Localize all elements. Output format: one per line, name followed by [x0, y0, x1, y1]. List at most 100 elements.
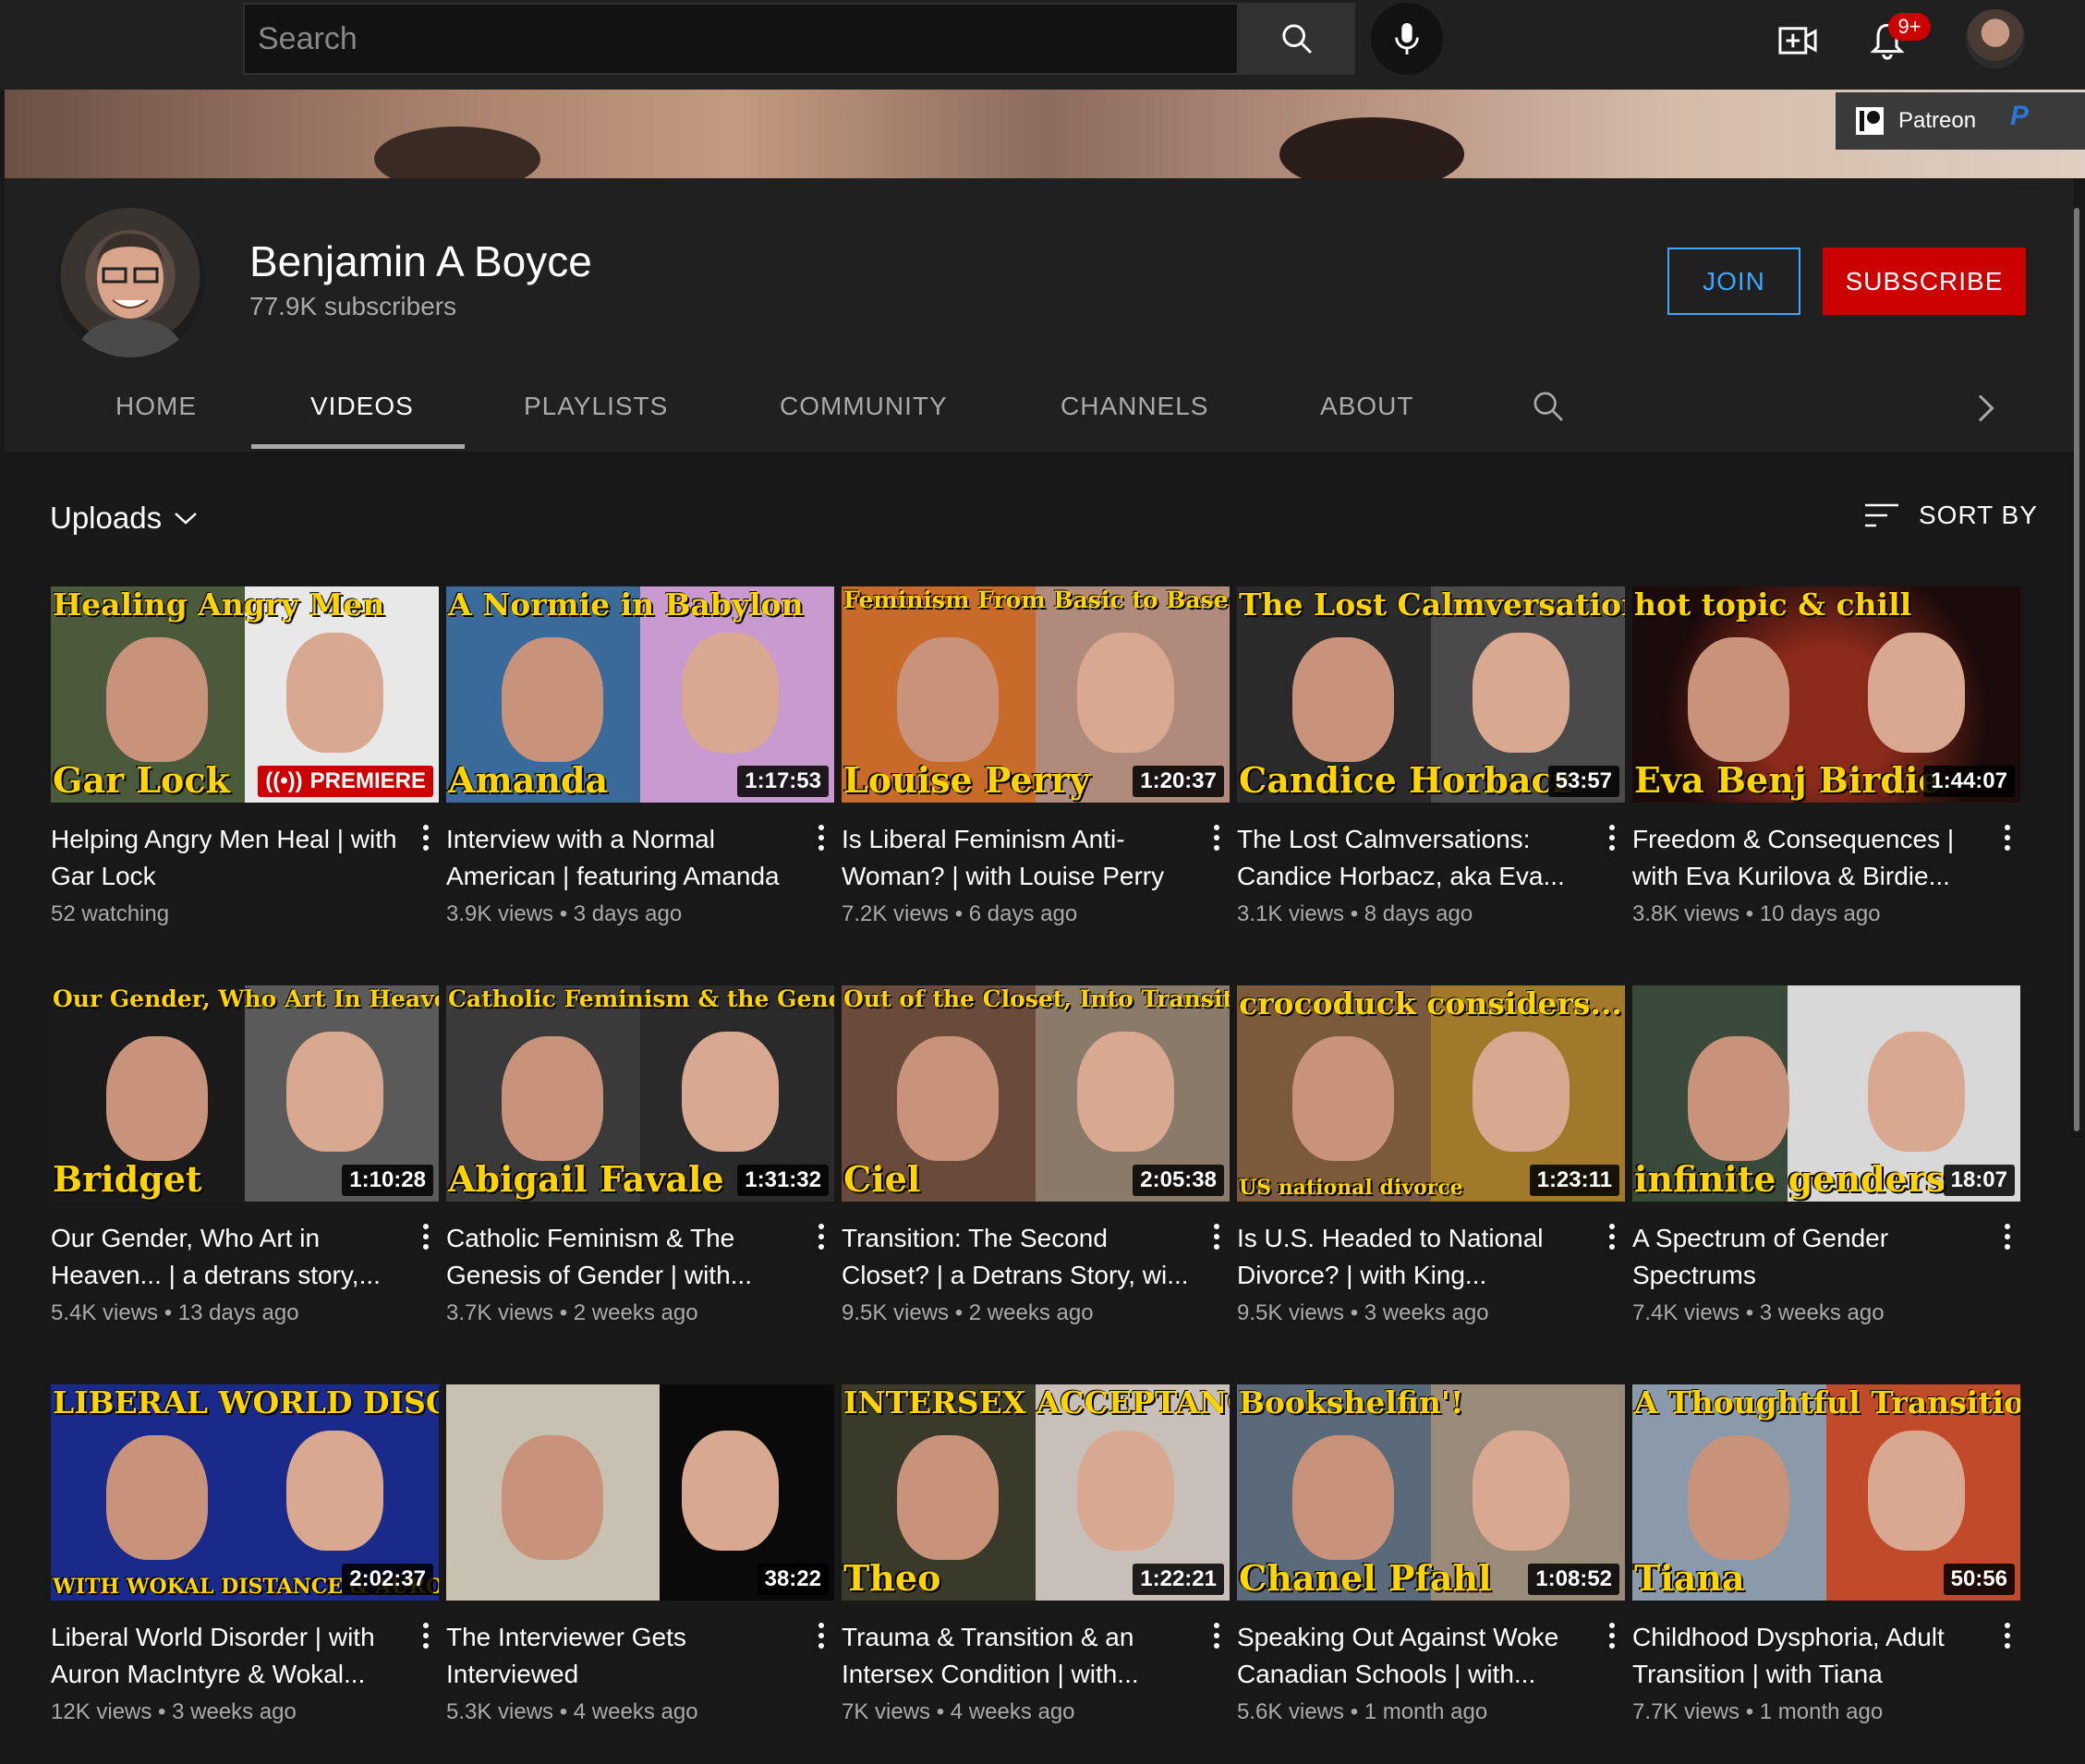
channel-search-button[interactable]	[1530, 388, 1567, 425]
sort-icon	[1865, 503, 1898, 527]
video-more-actions-button[interactable]	[417, 1218, 435, 1255]
video-more-actions-button[interactable]	[417, 1617, 435, 1654]
paypal-icon[interactable]: P	[2010, 103, 2036, 130]
video-title[interactable]: Trauma & Transition & an Intersex Condit…	[842, 1619, 1193, 1693]
thumbnail-face	[1077, 1431, 1174, 1551]
video-card[interactable]: Feminism From Basic to Based Louise Perr…	[842, 586, 1230, 937]
video-title[interactable]: Is U.S. Headed to National Divorce? | wi…	[1237, 1220, 1588, 1294]
thumbnail-name-text: Candice Horbacz	[1239, 759, 1573, 801]
video-more-actions-button[interactable]	[1998, 819, 2017, 856]
tab-community[interactable]: COMMUNITY	[780, 392, 948, 421]
video-title[interactable]: Transition: The Second Closet? | a Detra…	[842, 1220, 1193, 1294]
video-more-actions-button[interactable]	[417, 819, 435, 856]
video-thumbnail[interactable]: 38:22	[446, 1384, 834, 1601]
search-button[interactable]	[1239, 3, 1355, 75]
video-title[interactable]: Catholic Feminism & The Genesis of Gende…	[446, 1220, 797, 1294]
thumbnail-title-text: A Normie in Babylon	[448, 586, 804, 622]
video-card[interactable]: infinite genders 18:07 A Spectrum of Gen…	[1632, 985, 2020, 1336]
more-dot-icon	[2005, 1632, 2010, 1638]
video-thumbnail[interactable]: Healing Angry Men Gar Lock ((•)) PREMIERE	[51, 586, 439, 803]
video-more-actions-button[interactable]	[1998, 1218, 2017, 1255]
video-title[interactable]: Liberal World Disorder | with Auron MacI…	[51, 1619, 402, 1693]
video-card[interactable]: 38:22 The Interviewer Gets Interviewed 5…	[446, 1384, 834, 1735]
video-thumbnail[interactable]: crocoduck considers... US national divor…	[1237, 985, 1625, 1202]
video-card[interactable]: The Lost Calmversations Candice Horbacz …	[1237, 586, 1625, 937]
voice-search-button[interactable]	[1371, 3, 1443, 75]
video-card[interactable]: Catholic Feminism & the Genesis of Gende…	[446, 985, 834, 1336]
subscribe-button[interactable]: SUBSCRIBE	[1823, 248, 2026, 315]
create-video-button[interactable]	[1774, 18, 1822, 63]
video-more-actions-button[interactable]	[1603, 819, 1621, 856]
more-dot-icon	[1214, 1233, 1219, 1239]
thumbnail-face	[502, 1036, 603, 1161]
more-dot-icon	[423, 834, 429, 840]
video-card[interactable]: LIBERAL WORLD DISORDER WITH WOKAL DISTAN…	[51, 1384, 439, 1735]
patreon-link[interactable]: Patreon	[1836, 92, 2085, 150]
video-thumbnail[interactable]: Our Gender, Who Art In Heaven... Bridget…	[51, 985, 439, 1202]
video-card[interactable]: A Thoughtful Transition Tiana 50:56 Chil…	[1632, 1384, 2020, 1735]
video-more-actions-button[interactable]	[1998, 1617, 2017, 1654]
tab-playlists[interactable]: PLAYLISTS	[524, 392, 668, 421]
video-thumbnail[interactable]: LIBERAL WORLD DISORDER WITH WOKAL DISTAN…	[51, 1384, 439, 1601]
video-more-actions-button[interactable]	[1603, 1218, 1621, 1255]
chevron-right-icon	[1978, 394, 1994, 422]
video-card[interactable]: INTERSEX ACCEPTANCE Theo 1:22:21 Trauma …	[842, 1384, 1230, 1735]
video-thumbnail[interactable]: infinite genders 18:07	[1632, 985, 2020, 1202]
video-metadata: 7.7K views • 1 month ago	[1632, 1699, 1884, 1724]
video-title[interactable]: A Spectrum of Gender Spectrums	[1632, 1220, 1983, 1294]
video-title[interactable]: Childhood Dysphoria, Adult Transition | …	[1632, 1619, 1983, 1693]
video-more-actions-button[interactable]	[1207, 819, 1226, 856]
video-thumbnail[interactable]: Bookshelfin'! Chanel Pfahl 1:08:52	[1237, 1384, 1625, 1601]
video-title[interactable]: Freedom & Consequences | with Eva Kurilo…	[1632, 821, 1983, 895]
video-duration: 1:20:37	[1133, 766, 1224, 797]
join-button[interactable]: JOIN	[1667, 248, 1800, 315]
video-thumbnail[interactable]: The Lost Calmversations Candice Horbacz …	[1237, 586, 1625, 803]
video-thumbnail[interactable]: Feminism From Basic to Based Louise Perr…	[842, 586, 1230, 803]
more-dot-icon	[423, 1233, 429, 1239]
video-thumbnail[interactable]: hot topic & chill Eva Benj Birdie 1:44:0…	[1632, 586, 2020, 803]
video-thumbnail[interactable]: Catholic Feminism & the Genesis of Gende…	[446, 985, 834, 1202]
more-dot-icon	[1214, 1632, 1219, 1638]
video-thumbnail[interactable]: A Normie in Babylon Amanda 1:17:53	[446, 586, 834, 803]
video-card[interactable]: crocoduck considers... US national divor…	[1237, 985, 1625, 1336]
video-card[interactable]: Our Gender, Who Art In Heaven... Bridget…	[51, 985, 439, 1336]
thumbnail-name-text: Louise Perry	[843, 759, 1090, 801]
video-card[interactable]: A Normie in Babylon Amanda 1:17:53 Inter…	[446, 586, 834, 937]
video-more-actions-button[interactable]	[1603, 1617, 1621, 1654]
tab-videos[interactable]: VIDEOS	[310, 392, 414, 421]
video-thumbnail[interactable]: A Thoughtful Transition Tiana 50:56	[1632, 1384, 2020, 1601]
video-more-actions-button[interactable]	[812, 1218, 830, 1255]
video-more-actions-button[interactable]	[812, 1617, 830, 1654]
tabs-next-button[interactable]	[1971, 392, 1999, 425]
video-title[interactable]: Interview with a Normal American | featu…	[446, 821, 797, 895]
thumbnail-name-text: Amanda	[448, 759, 609, 801]
page-scrollbar[interactable]	[2074, 208, 2079, 1131]
account-avatar[interactable]	[1966, 9, 2025, 68]
video-thumbnail[interactable]: INTERSEX ACCEPTANCE Theo 1:22:21	[842, 1384, 1230, 1601]
video-card[interactable]: Bookshelfin'! Chanel Pfahl 1:08:52 Speak…	[1237, 1384, 1625, 1735]
uploads-dropdown[interactable]: Uploads	[50, 501, 199, 536]
video-card[interactable]: Healing Angry Men Gar Lock ((•)) PREMIERE…	[51, 586, 439, 937]
video-card[interactable]: hot topic & chill Eva Benj Birdie 1:44:0…	[1632, 586, 2020, 937]
video-card[interactable]: Out of the Closet, Into Transition Ciel …	[842, 985, 1230, 1336]
sort-by-button[interactable]: SORT BY	[1863, 501, 2038, 530]
video-more-actions-button[interactable]	[1207, 1617, 1226, 1654]
video-duration: 2:05:38	[1133, 1165, 1224, 1196]
video-title[interactable]: Helping Angry Men Heal | with Gar Lock	[51, 821, 402, 895]
tab-home[interactable]: HOME	[115, 392, 197, 421]
tab-channels[interactable]: CHANNELS	[1061, 392, 1208, 421]
more-dot-icon	[818, 834, 824, 840]
video-more-actions-button[interactable]	[1207, 1218, 1226, 1255]
video-more-actions-button[interactable]	[812, 819, 830, 856]
thumbnail-face	[1292, 1036, 1394, 1161]
video-title[interactable]: Speaking Out Against Woke Canadian Schoo…	[1237, 1619, 1588, 1693]
video-duration: 1:23:11	[1529, 1165, 1619, 1196]
video-title[interactable]: The Lost Calmversations: Candice Horbacz…	[1237, 821, 1588, 895]
search-input[interactable]	[245, 5, 1237, 73]
video-title[interactable]: Is Liberal Feminism Anti-Woman? | with L…	[842, 821, 1193, 895]
tab-about[interactable]: ABOUT	[1320, 392, 1413, 421]
video-title[interactable]: Our Gender, Who Art in Heaven... | a det…	[51, 1220, 402, 1294]
thumbnail-title-text: Out of the Closet, Into Transition	[843, 985, 1230, 1012]
video-title[interactable]: The Interviewer Gets Interviewed	[446, 1619, 797, 1693]
video-thumbnail[interactable]: Out of the Closet, Into Transition Ciel …	[842, 985, 1230, 1202]
